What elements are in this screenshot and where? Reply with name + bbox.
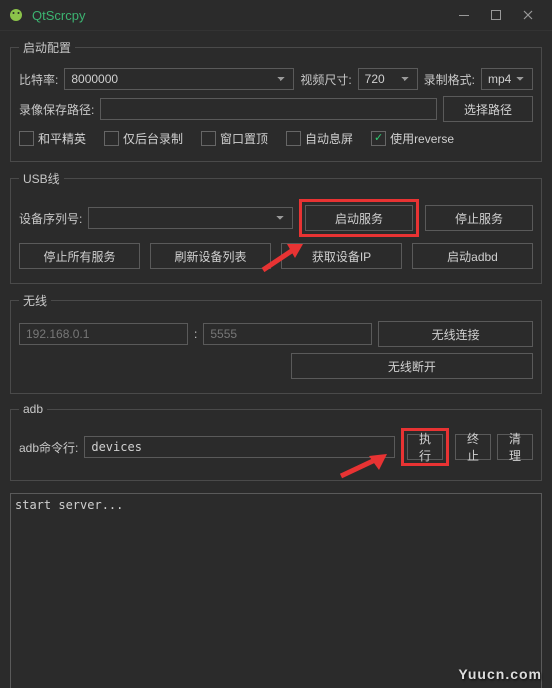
choose-path-button[interactable]: 选择路径: [443, 96, 533, 122]
savepath-input[interactable]: [100, 98, 437, 120]
adb-legend: adb: [19, 402, 47, 416]
bitrate-select[interactable]: 8000000: [64, 68, 294, 90]
wifi-group: 无线 : 无线连接 无线断开: [10, 292, 542, 394]
checkbox-hpjy[interactable]: 和平精英: [19, 130, 86, 147]
highlight-start-service: 启动服务: [299, 199, 419, 237]
ip-input[interactable]: [19, 323, 188, 345]
checkbox-ontop[interactable]: 窗口置顶: [201, 130, 268, 147]
start-service-button[interactable]: 启动服务: [305, 205, 413, 231]
minimize-button[interactable]: [448, 1, 480, 29]
checkbox-icon: [371, 131, 386, 146]
adb-clear-button[interactable]: 清理: [497, 434, 533, 460]
stop-all-button[interactable]: 停止所有服务: [19, 243, 140, 269]
wifi-connect-button[interactable]: 无线连接: [378, 321, 533, 347]
stop-service-button[interactable]: 停止服务: [425, 205, 533, 231]
adb-group: adb adb命令行: 执行 终止 清理: [10, 402, 542, 481]
savepath-label: 录像保存路径:: [19, 101, 94, 118]
start-adbd-button[interactable]: 启动adbd: [412, 243, 533, 269]
adb-stop-button[interactable]: 终止: [455, 434, 491, 460]
recformat-select[interactable]: mp4: [481, 68, 533, 90]
videosize-label: 视频尺寸:: [300, 71, 351, 88]
adb-run-button[interactable]: 执行: [407, 434, 443, 460]
titlebar: QtScrcpy: [0, 0, 552, 31]
wifi-disconnect-button[interactable]: 无线断开: [291, 353, 533, 379]
checkbox-icon: [19, 131, 34, 146]
log-output[interactable]: [10, 493, 542, 688]
usb-legend: USB线: [19, 170, 64, 187]
adb-cmd-input[interactable]: [84, 436, 395, 458]
close-button[interactable]: [512, 1, 544, 29]
refresh-devices-button[interactable]: 刷新设备列表: [150, 243, 271, 269]
videosize-select[interactable]: 720: [358, 68, 418, 90]
maximize-button[interactable]: [480, 1, 512, 29]
checkbox-bgonly[interactable]: 仅后台录制: [104, 130, 183, 147]
bitrate-label: 比特率:: [19, 71, 58, 88]
recformat-label: 录制格式:: [424, 71, 475, 88]
get-ip-button[interactable]: 获取设备IP: [281, 243, 402, 269]
serial-select[interactable]: [88, 207, 293, 229]
watermark: Yuucn.com: [458, 666, 542, 682]
checkbox-icon: [104, 131, 119, 146]
highlight-run: 执行: [401, 428, 449, 466]
adb-cmd-label: adb命令行:: [19, 439, 78, 456]
checkbox-reverse[interactable]: 使用reverse: [371, 130, 454, 147]
port-input[interactable]: [203, 323, 372, 345]
startup-legend: 启动配置: [19, 39, 75, 56]
window-title: QtScrcpy: [32, 8, 85, 23]
startup-group: 启动配置 比特率: 8000000 视频尺寸: 720 录制格式: mp4 录像…: [10, 39, 542, 162]
checkbox-autosleep[interactable]: 自动息屏: [286, 130, 353, 147]
checkbox-icon: [286, 131, 301, 146]
checkbox-icon: [201, 131, 216, 146]
wifi-legend: 无线: [19, 292, 51, 309]
usb-group: USB线 设备序列号: 启动服务 停止服务 停止所有服务 刷新设备列表 获取设备…: [10, 170, 542, 284]
app-icon: [8, 7, 24, 23]
serial-label: 设备序列号:: [19, 210, 82, 227]
